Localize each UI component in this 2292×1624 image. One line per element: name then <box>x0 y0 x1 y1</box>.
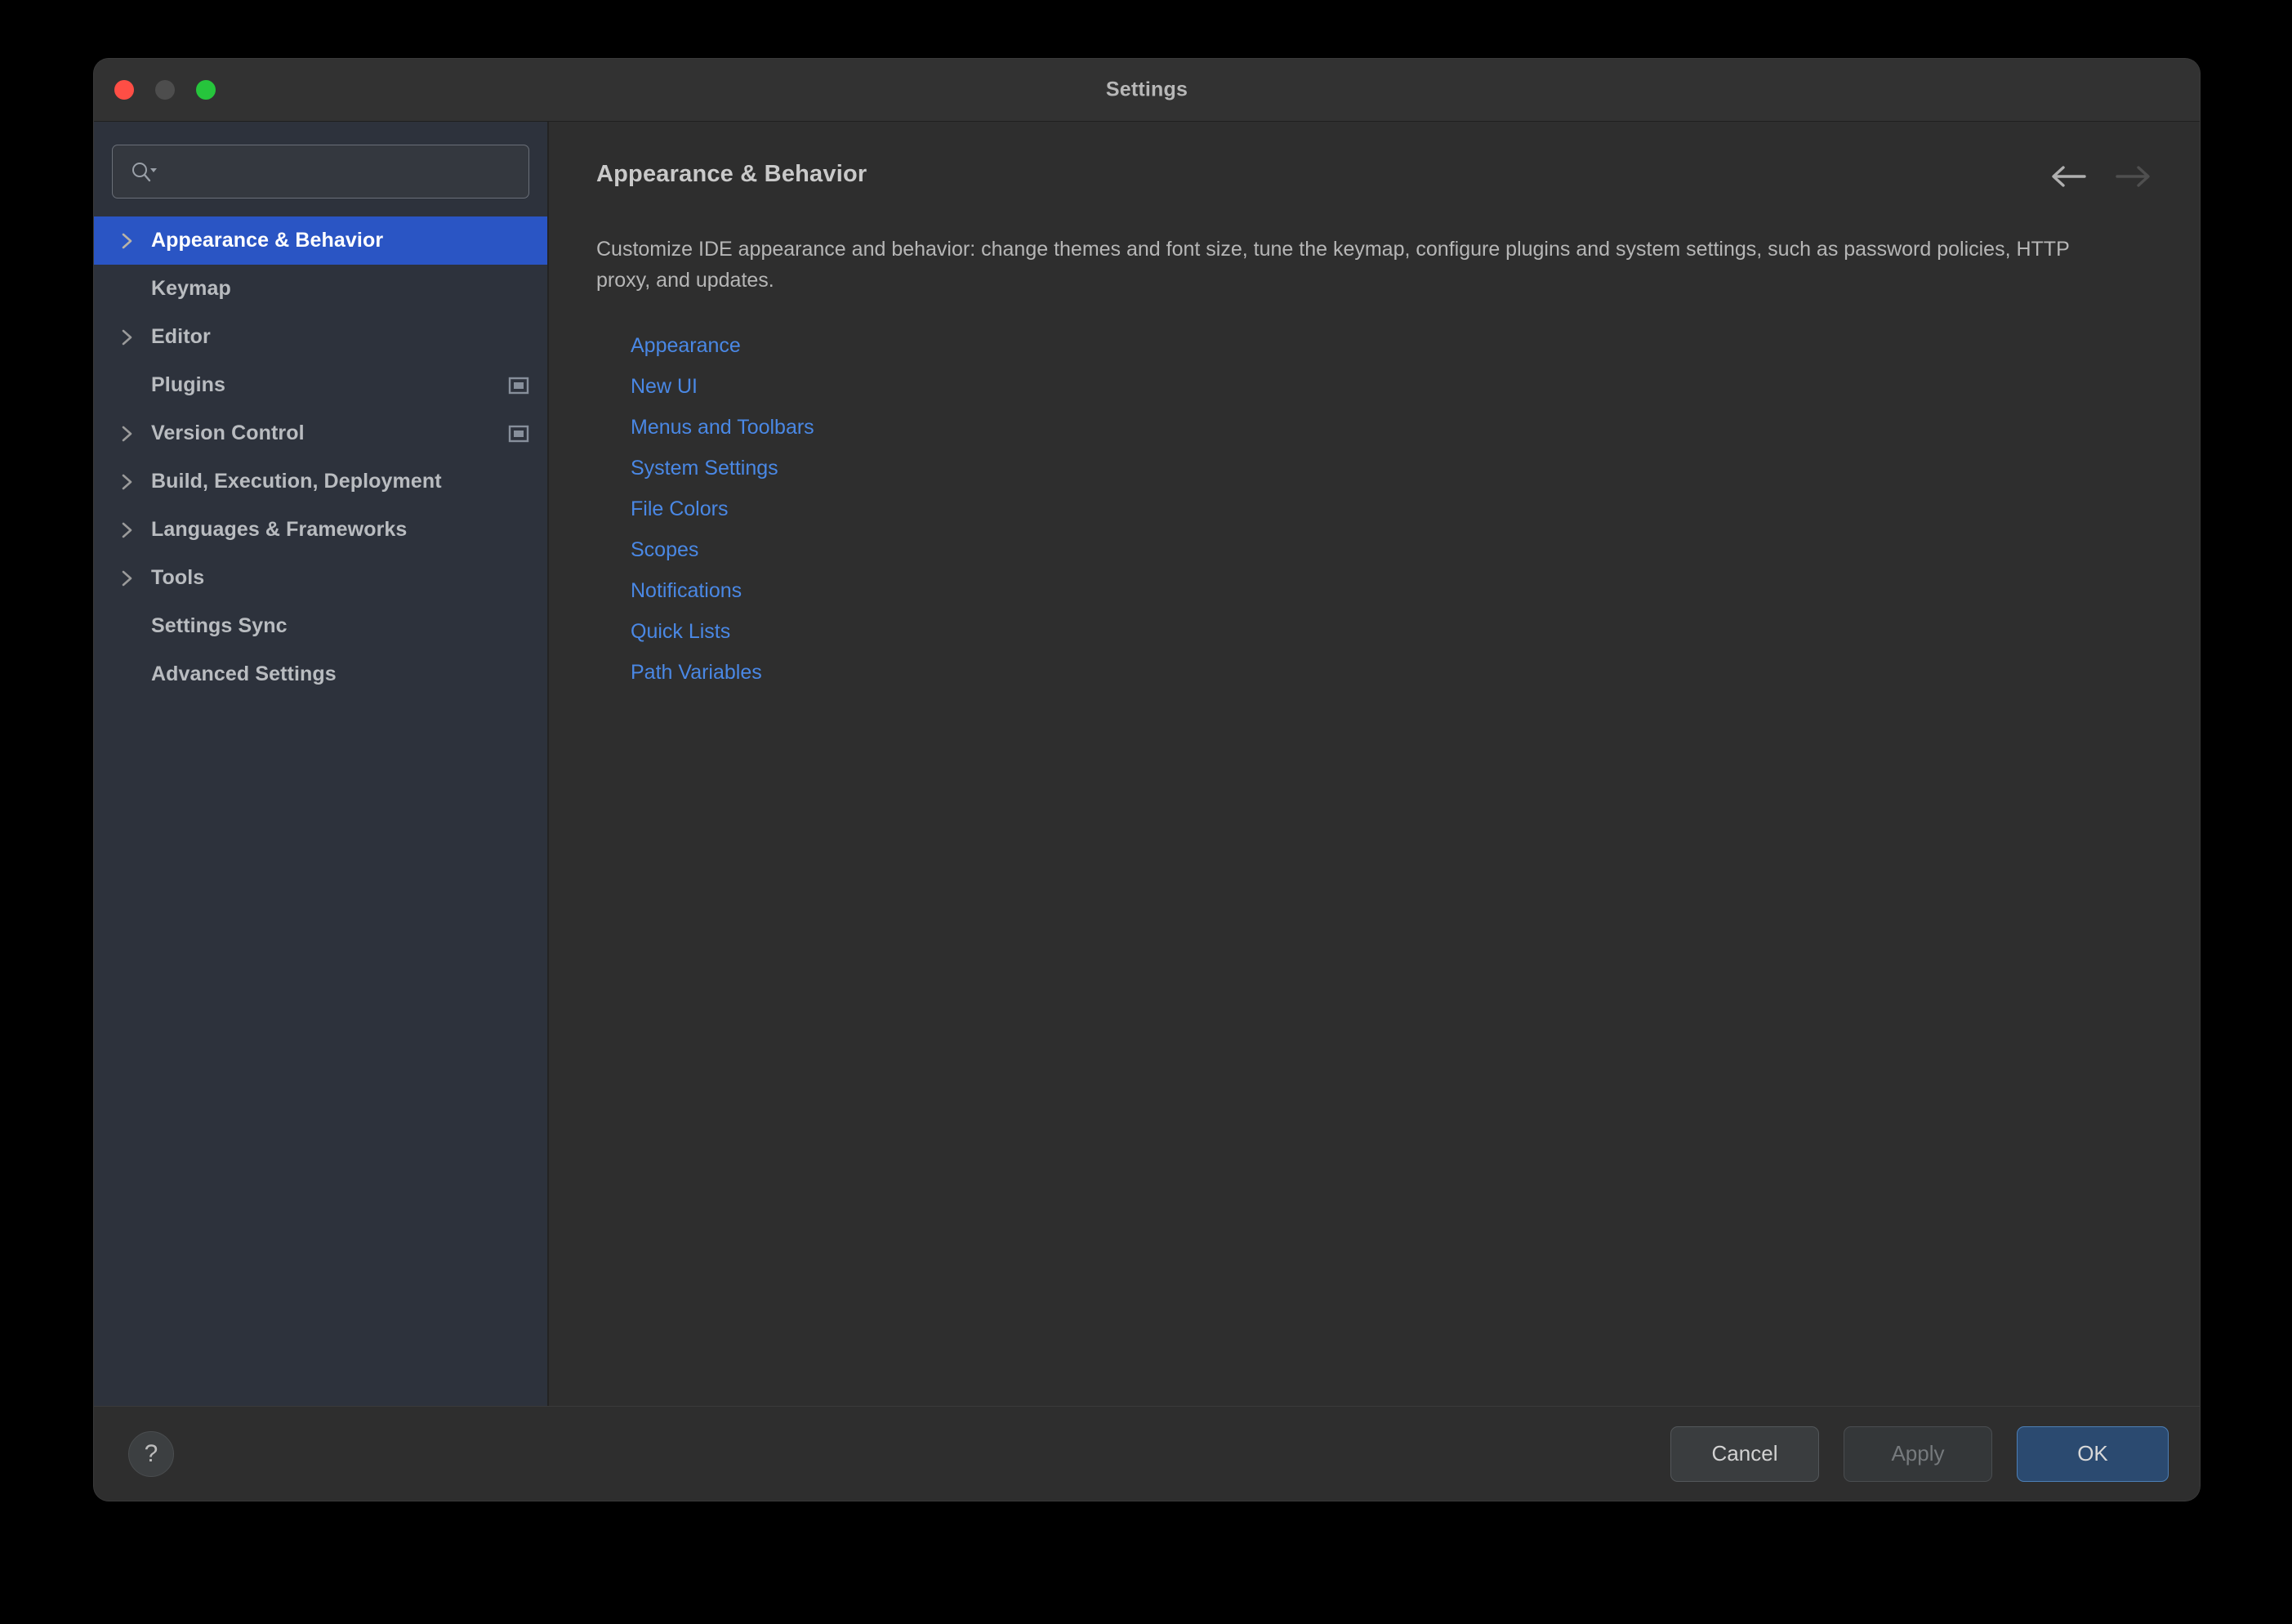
link-new-ui[interactable]: New UI <box>631 366 698 407</box>
arrow-left-icon <box>2052 166 2086 187</box>
chevron-right-icon[interactable] <box>120 230 151 252</box>
link-quick-lists[interactable]: Quick Lists <box>631 611 730 652</box>
sidebar-item-advanced-settings[interactable]: Advanced Settings <box>94 650 547 698</box>
search-box[interactable] <box>112 145 529 199</box>
chevron-right-icon[interactable] <box>120 568 151 589</box>
ok-button[interactable]: OK <box>2017 1425 2169 1482</box>
window-body: Appearance & Behavior Keymap Editor Plug… <box>94 122 2200 1406</box>
zoom-window-button[interactable] <box>196 80 216 100</box>
chevron-right-icon[interactable] <box>120 423 151 444</box>
application-level-settings-icon <box>508 425 529 442</box>
settings-links-list: Appearance New UI Menus and Toolbars Sys… <box>596 325 2152 693</box>
link-notifications[interactable]: Notifications <box>631 570 742 611</box>
close-window-button[interactable] <box>114 80 134 100</box>
sidebar-item-appearance-and-behavior[interactable]: Appearance & Behavior <box>94 216 547 265</box>
minimize-window-button[interactable] <box>155 80 175 100</box>
sidebar-item-label: Keymap <box>151 277 231 300</box>
sidebar-item-settings-sync[interactable]: Settings Sync <box>94 602 547 650</box>
window-titlebar: Settings <box>94 59 2200 122</box>
link-path-variables[interactable]: Path Variables <box>631 652 762 693</box>
sidebar-item-version-control[interactable]: Version Control <box>94 409 547 457</box>
window-title: Settings <box>1105 78 1188 101</box>
sidebar-item-tools[interactable]: Tools <box>94 554 547 602</box>
sidebar-item-build-execution-deployment[interactable]: Build, Execution, Deployment <box>94 457 547 506</box>
arrow-right-icon <box>2116 166 2150 187</box>
application-level-settings-icon <box>508 377 529 394</box>
search-icon <box>132 163 157 182</box>
sidebar-item-editor[interactable]: Editor <box>94 313 547 361</box>
chevron-right-icon[interactable] <box>120 471 151 493</box>
sidebar-item-plugins[interactable]: Plugins <box>94 361 547 409</box>
search-container <box>94 122 547 213</box>
settings-window: Settings Appearance & Behavior Keymap Ed… <box>94 59 2200 1501</box>
sidebar-item-label: Appearance & Behavior <box>151 229 384 252</box>
content-header: Appearance & Behavior <box>596 122 2152 189</box>
sidebar-item-label: Tools <box>151 566 205 589</box>
traffic-light-controls <box>114 80 216 100</box>
chevron-right-icon[interactable] <box>120 327 151 348</box>
sidebar-item-label: Settings Sync <box>151 614 288 637</box>
sidebar-item-keymap[interactable]: Keymap <box>94 265 547 313</box>
navigation-arrows <box>2049 161 2152 189</box>
page-description: Customize IDE appearance and behavior: c… <box>596 238 2070 292</box>
chevron-down-icon <box>150 168 157 172</box>
link-menus-and-toolbars[interactable]: Menus and Toolbars <box>631 407 814 448</box>
sidebar-item-label: Plugins <box>151 373 225 396</box>
sidebar-item-label: Build, Execution, Deployment <box>151 470 442 493</box>
search-input[interactable] <box>158 145 528 198</box>
footer-action-buttons: Cancel Apply OK <box>1670 1425 2169 1482</box>
cancel-button[interactable]: Cancel <box>1670 1425 1819 1482</box>
page-title: Appearance & Behavior <box>596 161 867 187</box>
sidebar-item-label: Languages & Frameworks <box>151 518 408 541</box>
chevron-right-icon[interactable] <box>120 520 151 541</box>
help-button[interactable]: ? <box>128 1430 174 1477</box>
dialog-footer: ? Cancel Apply OK <box>94 1406 2200 1501</box>
sidebar-item-label: Editor <box>151 325 211 348</box>
sidebar-item-languages-and-frameworks[interactable]: Languages & Frameworks <box>94 506 547 554</box>
apply-button[interactable]: Apply <box>1844 1425 1992 1482</box>
link-file-colors[interactable]: File Colors <box>631 489 728 529</box>
settings-sidebar: Appearance & Behavior Keymap Editor Plug… <box>94 122 549 1406</box>
sidebar-item-label: Version Control <box>151 422 305 444</box>
link-scopes[interactable]: Scopes <box>631 529 698 570</box>
forward-button[interactable] <box>2115 164 2152 189</box>
settings-tree: Appearance & Behavior Keymap Editor Plug… <box>94 213 547 1406</box>
settings-content-pane: Appearance & Behavior Customize IDE appe… <box>549 122 2200 1406</box>
link-appearance[interactable]: Appearance <box>631 325 741 366</box>
sidebar-item-label: Advanced Settings <box>151 663 337 685</box>
link-system-settings[interactable]: System Settings <box>631 448 778 489</box>
back-button[interactable] <box>2049 164 2087 189</box>
